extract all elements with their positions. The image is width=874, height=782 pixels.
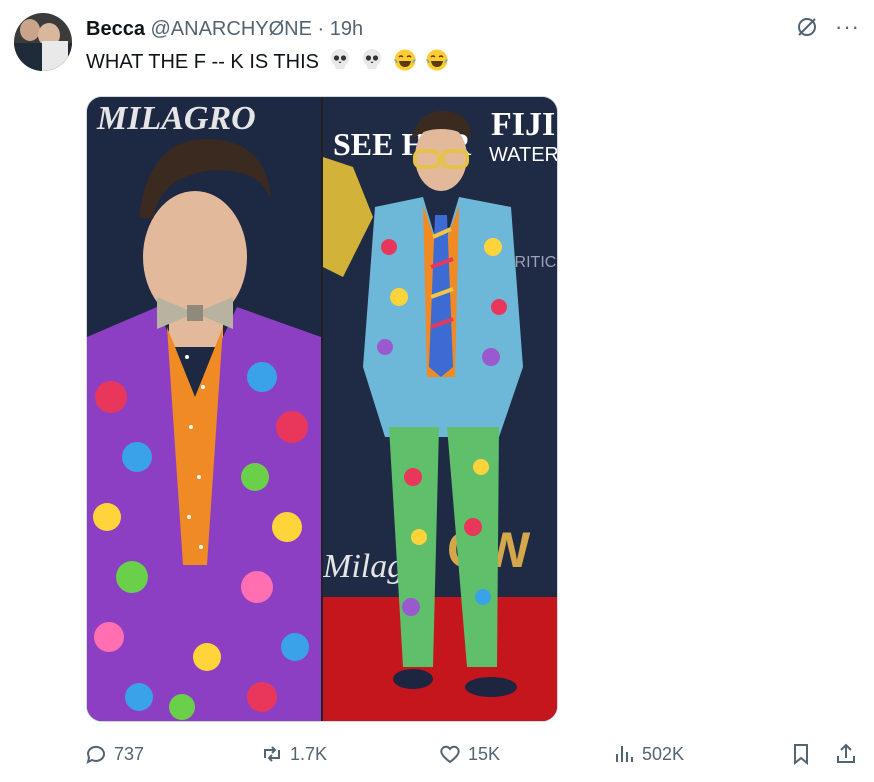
like-button[interactable]: 15K: [438, 742, 500, 766]
views-button[interactable]: 502K: [612, 742, 684, 766]
repost-icon: [264, 746, 280, 762]
repost-button[interactable]: 1.7K: [260, 742, 327, 766]
more-options-icon[interactable]: ···: [835, 14, 860, 40]
tweet-header: Becca @ANARCHYØNE · 19h: [86, 17, 363, 41]
right-backdrop-brand: FIJI: [491, 106, 555, 143]
right-backdrop-brand-sub: WATER: [489, 144, 557, 166]
photo-left[interactable]: MILAGRO: [87, 97, 321, 721]
laughing-tears-emoji-icon: [393, 49, 416, 71]
like-count: 15K: [468, 743, 501, 764]
red-carpet: [323, 597, 557, 721]
repost-count: 1.7K: [290, 743, 328, 764]
bookmark-icon: [794, 744, 808, 766]
grok-icon[interactable]: [795, 15, 819, 39]
heart-icon: [440, 745, 460, 764]
share-button[interactable]: [834, 742, 858, 766]
tweet-text: WHAT THE F ‑‑ K IS THIS: [86, 48, 449, 75]
views-icon: [616, 746, 633, 762]
bookmark-button[interactable]: [789, 742, 813, 766]
photo-right[interactable]: SEE HER FIJI WATER CRITICS CHOICE Milagr…: [323, 97, 557, 721]
reply-icon: [86, 745, 105, 764]
separator-dot: ·: [317, 18, 325, 40]
share-icon: [837, 743, 855, 763]
laughing-tears-emoji-icon: [426, 49, 449, 71]
author-name[interactable]: Becca: [86, 18, 145, 40]
skull-emoji-icon: [330, 49, 349, 69]
author-handle[interactable]: @ANARCHYØNE: [151, 18, 312, 40]
avatar[interactable]: [14, 13, 72, 71]
tweet-actions: 737 1.7K 15K 502K: [0, 742, 874, 772]
tweet-media[interactable]: MILAGRO SEE HER FIJI WATER CRITICS CHOIC…: [86, 96, 558, 722]
reply-count: 737: [114, 743, 145, 764]
tweet-timestamp[interactable]: 19h: [330, 18, 363, 40]
left-backdrop-text: MILAGRO: [96, 100, 256, 137]
tweet-text-body: WHAT THE F ‑‑ K IS THIS: [86, 51, 319, 73]
reply-button[interactable]: 737: [84, 742, 144, 766]
skull-emoji-icon: [363, 49, 382, 69]
views-count: 502K: [642, 743, 685, 764]
